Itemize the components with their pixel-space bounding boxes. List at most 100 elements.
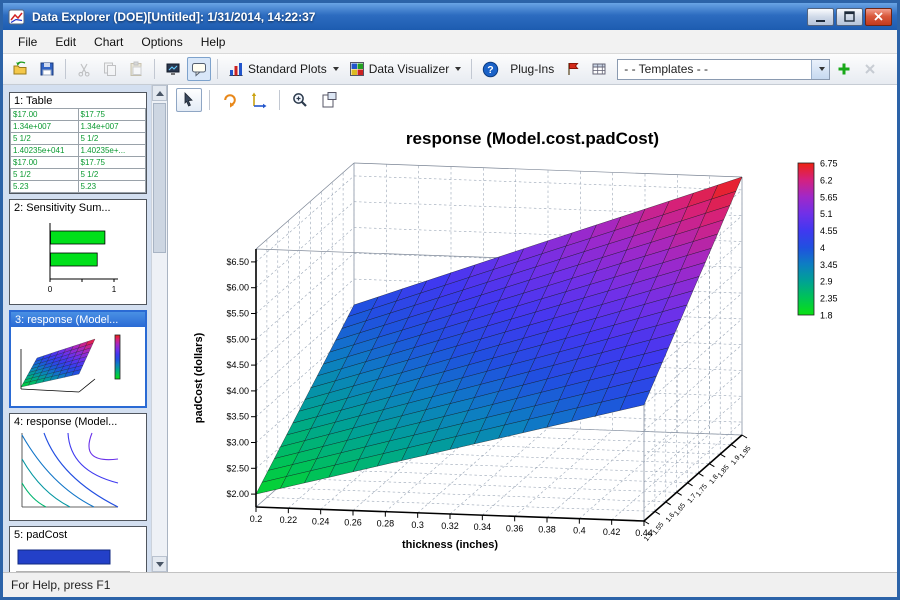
help-button[interactable]: ? [478,57,503,81]
app-window: Data Explorer (DOE)[Untitled]: 1/31/2014… [0,0,900,600]
svg-text:6.2: 6.2 [820,175,833,185]
menu-help[interactable]: Help [192,32,235,52]
table-cell: 5 1/2 [11,169,79,181]
table-cell: $17.00 [11,157,79,169]
comment-toggle-button[interactable] [187,57,211,81]
save-button[interactable] [35,57,59,81]
thumbnail-response-surface[interactable]: 3: response (Model... [9,310,147,408]
axes-icon [250,91,268,109]
data-visualizer-label: Data Visualizer [369,62,449,76]
scrollbar-track[interactable] [152,101,167,556]
thumbnail-title: 1: Table [10,93,146,108]
copy-button[interactable] [98,57,122,81]
svg-text:4.55: 4.55 [820,226,838,236]
pointer-tool-button[interactable] [176,88,202,112]
data-visualizer-button[interactable]: Data Visualizer [345,57,465,81]
sensitivity-preview-chart: 01 [10,215,143,299]
standard-plots-button[interactable]: Standard Plots [224,57,343,81]
thumbnail-panel: 1: Table $17.00$17.751.34e+0071.34e+0075… [3,85,151,572]
refresh-button[interactable] [217,88,243,112]
templates-value: - - Templates - - [618,62,811,76]
chevron-down-icon [455,67,461,71]
layout-button[interactable] [316,88,342,112]
cut-button[interactable] [72,57,96,81]
thumbnail-title: 2: Sensitivity Sum... [10,200,146,215]
table-preview: $17.00$17.751.34e+0071.34e+0075 1/25 1/2… [10,108,146,193]
svg-text:0.2: 0.2 [250,514,263,524]
table-cell: 1.34e+007 [78,121,146,133]
templates-combobox[interactable]: - - Templates - - [617,59,830,80]
svg-text:6.75: 6.75 [820,159,838,169]
statusbar: For Help, press F1 [3,572,897,597]
table-cell: $17.75 [78,157,146,169]
app-icon [8,9,26,25]
open-button[interactable] [9,57,33,81]
svg-text:1.75: 1.75 [695,483,709,498]
svg-text:1: 1 [112,285,117,294]
svg-text:1.55: 1.55 [652,521,666,536]
table-cell: $17.00 [11,109,79,121]
svg-text:0.3: 0.3 [411,520,424,530]
thumbnail-title: 4: response (Model... [10,414,146,429]
standard-plots-icon [228,61,244,77]
svg-text:5.1: 5.1 [820,209,833,219]
thumbnail-table[interactable]: 1: Table $17.00$17.751.34e+0071.34e+0075… [9,92,147,194]
padcost-preview-chart [10,542,143,572]
save-icon [39,61,55,77]
pointer-icon [180,91,198,109]
plugin-grid-button[interactable] [587,57,611,81]
thumbnail-response-contour[interactable]: 4: response (Model... [9,413,147,521]
help-icon: ? [482,61,499,78]
titlebar: Data Explorer (DOE)[Untitled]: 1/31/2014… [3,3,897,30]
color-legend: 6.756.25.655.14.5543.452.92.351.8 [795,157,857,329]
maximize-button[interactable] [836,8,863,26]
svg-text:padCost (dollars): padCost (dollars) [193,332,205,423]
svg-text:0.38: 0.38 [538,525,556,535]
svg-text:0.26: 0.26 [344,518,362,528]
menu-options[interactable]: Options [132,32,191,52]
menu-edit[interactable]: Edit [46,32,85,52]
table-cell: 5 1/2 [11,133,79,145]
flag-icon [565,61,581,77]
toolbar: Standard Plots Data Visualizer ? Plug-In… [3,54,897,85]
report-view-button[interactable] [161,57,185,81]
plugin-flag-button[interactable] [561,57,585,81]
arrow-down-icon [156,562,164,567]
thumbnail-scrollbar[interactable] [151,85,167,572]
chart-area: response (Model.cost.padCost) $2.00$2.50… [167,85,897,572]
templates-dropdown-button[interactable] [811,60,829,79]
svg-text:thickness (inches): thickness (inches) [402,539,498,551]
minimize-button[interactable] [807,8,834,26]
remove-template-button[interactable] [858,57,882,81]
layout-icon [320,91,338,109]
chevron-down-icon [819,67,825,71]
status-text: For Help, press F1 [11,578,110,592]
svg-text:$2.50: $2.50 [226,463,249,473]
scrollbar-thumb[interactable] [153,103,166,253]
svg-text:4: 4 [820,243,825,253]
close-button[interactable] [865,8,892,26]
thumbnail-sensitivity[interactable]: 2: Sensitivity Sum... 01 [9,199,147,305]
scroll-up-button[interactable] [152,85,167,101]
svg-text:1.85: 1.85 [717,464,731,479]
toolbar-separator [65,59,66,79]
thumbnail-padcost[interactable]: 5: padCost [9,526,147,572]
toolbar-separator [471,59,472,79]
table-cell: $17.75 [78,109,146,121]
paste-icon [128,61,144,77]
scroll-down-button[interactable] [152,556,167,572]
add-template-button[interactable] [832,57,856,81]
svg-text:2.9: 2.9 [820,277,833,287]
svg-text:1.95: 1.95 [739,445,753,460]
menu-chart[interactable]: Chart [85,32,132,52]
zoom-button[interactable] [287,88,313,112]
contour-preview-chart [10,429,143,515]
plot-title: response (Model.cost.padCost) [168,129,897,149]
menu-file[interactable]: File [9,32,46,52]
axes-tool-button[interactable] [246,88,272,112]
surface-plot[interactable]: $2.00$2.50$3.00$3.50$4.00$4.50$5.00$5.50… [172,151,812,563]
paste-button[interactable] [124,57,148,81]
chart-toolbar [168,85,897,115]
comment-icon [191,61,207,77]
thumbnail-title: 3: response (Model... [11,312,145,327]
